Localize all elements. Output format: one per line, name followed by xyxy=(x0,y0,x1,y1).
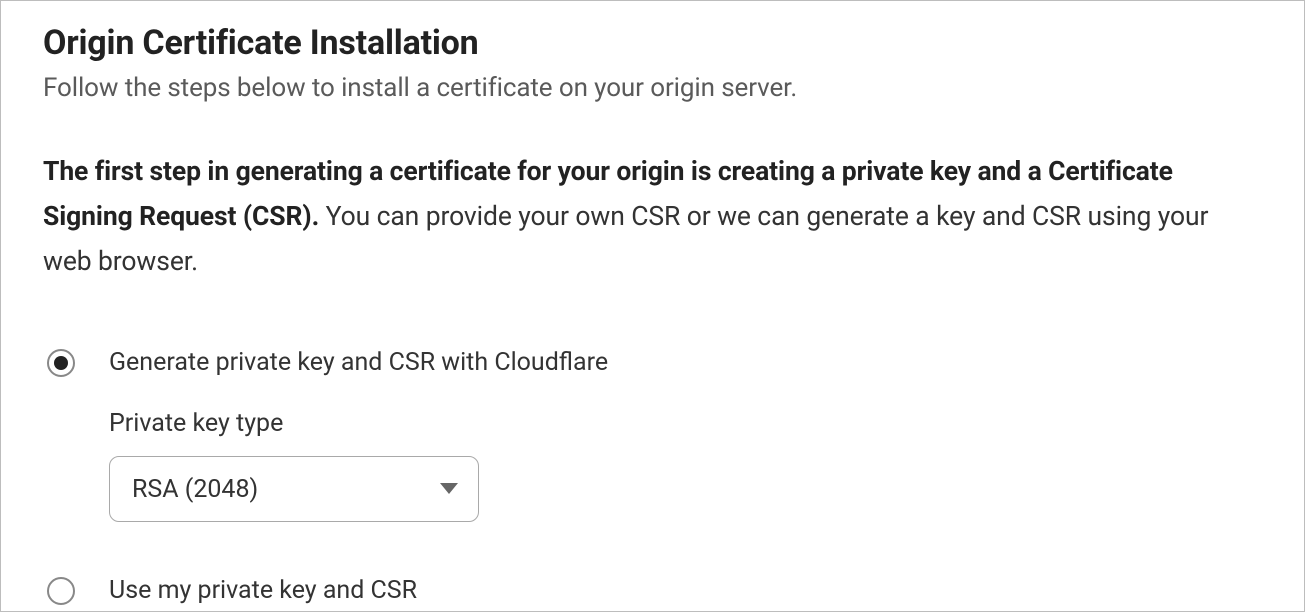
page-subtitle: Follow the steps below to install a cert… xyxy=(43,73,1262,103)
page-title: Origin Certificate Installation xyxy=(43,23,1262,63)
chevron-down-icon xyxy=(440,483,458,495)
radio-generate[interactable] xyxy=(47,349,75,377)
option-own-label: Use my private key and CSR xyxy=(109,576,417,605)
private-key-type-value: RSA (2048) xyxy=(132,475,258,504)
radio-dot-icon xyxy=(54,356,68,370)
option-generate-label: Generate private key and CSR with Cloudf… xyxy=(109,348,608,377)
radio-own[interactable] xyxy=(47,577,75,605)
csr-options: Generate private key and CSR with Cloudf… xyxy=(43,348,1262,605)
private-key-type-group: Private key type RSA (2048) xyxy=(109,409,1262,522)
option-own-row[interactable]: Use my private key and CSR xyxy=(47,576,1262,605)
option-generate-row[interactable]: Generate private key and CSR with Cloudf… xyxy=(47,348,1262,377)
step-description: The first step in generating a certifica… xyxy=(43,149,1262,284)
origin-cert-panel: Origin Certificate Installation Follow t… xyxy=(0,0,1305,612)
private-key-type-label: Private key type xyxy=(109,409,1262,438)
private-key-type-select[interactable]: RSA (2048) xyxy=(109,456,479,522)
